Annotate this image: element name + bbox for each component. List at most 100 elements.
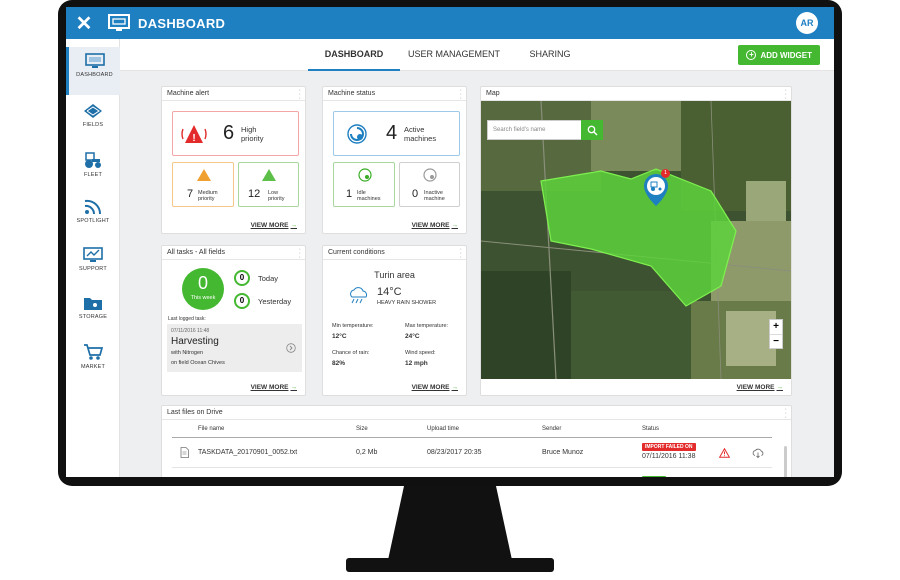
inactive-machine-icon [423, 168, 437, 182]
weather-description: HEAVY RAIN SHOWER [377, 300, 437, 306]
view-more-link[interactable]: VIEW MORE → [737, 384, 783, 391]
yesterday-count[interactable]: 0 [234, 293, 250, 309]
search-icon [587, 125, 597, 135]
more-options-icon[interactable]: · · · [299, 87, 301, 102]
medium-priority-count: 7 [187, 188, 194, 200]
idle-machine-icon [358, 168, 372, 182]
files-table-header: File name Size Upload time Sender Status [172, 422, 772, 438]
low-priority-box[interactable]: 12 Low priority [238, 162, 299, 207]
monitor-mockup: ✕ DASHBOARD AR DASHBOARD FIELDS FLEET SP… [0, 0, 900, 580]
idle-machines-label: Idle machines [357, 190, 381, 202]
tractor-map-marker[interactable]: 1 [641, 169, 671, 208]
widget-title: Machine alert [167, 90, 210, 97]
machine-status-widget: Machine status · · · 4 Active machines 1 Idl… [322, 86, 467, 234]
warning-icon[interactable] [719, 448, 730, 458]
idle-machines-box[interactable]: 1 Idle machines [333, 162, 395, 207]
map-search-input[interactable]: Search field's name [487, 120, 583, 140]
sidebar-item-label: DASHBOARD [76, 72, 113, 78]
file-sender: Bruce Munoz [542, 449, 584, 456]
map-search-button[interactable] [581, 120, 603, 140]
zoom-out-button[interactable]: − [770, 335, 782, 349]
high-priority-count: 6 [223, 122, 235, 144]
view-more-link[interactable]: VIEW MORE → [251, 222, 297, 229]
column-header: Upload time [427, 426, 460, 432]
last-logged-label: Last logged task: [168, 316, 206, 322]
inactive-machines-count: 0 [412, 188, 419, 200]
more-options-icon[interactable]: · · · [460, 246, 462, 261]
this-week-circle[interactable]: 0 This week [182, 268, 224, 310]
last-task-date: 07/11/2016 11:48 [171, 328, 210, 334]
current-conditions-widget: Current conditions · · · Turin area 14°C HE… [322, 245, 467, 396]
yesterday-label: Yesterday [258, 297, 292, 306]
plus-icon: + [746, 50, 757, 60]
table-row[interactable]: TASKDATA_20170901_0052.txt 0,2 Mb 08/23/… [172, 438, 772, 468]
avatar[interactable]: AR [796, 12, 818, 34]
rain-chance-value: 82% [332, 360, 346, 367]
widget-title: Current conditions [328, 249, 385, 256]
sidebar-item-label: FLEET [83, 172, 103, 178]
active-machines-label: Active machines [404, 125, 437, 143]
last-task-card[interactable]: 07/11/2016 11:48 Harvesting with Nitroge… [167, 324, 302, 372]
tab-user-management[interactable]: USER MANAGEMENT [404, 39, 504, 71]
rain-cloud-icon [350, 287, 368, 304]
low-priority-label: Low priority [268, 190, 285, 202]
sidebar-item-storage[interactable]: STORAGE [66, 289, 120, 337]
cart-icon [84, 344, 103, 360]
sidebar-item-spotlight[interactable]: SPOTLIGHT [66, 193, 120, 241]
view-more-link[interactable]: VIEW MORE → [251, 384, 297, 391]
rain-chance-label: Chance of rain: [332, 350, 370, 356]
machine-alert-widget: Machine alert · · · ! 6 High priority 7 Medi… [161, 86, 306, 234]
view-more-link[interactable]: VIEW MORE → [412, 384, 458, 391]
sidebar-item-dashboard[interactable]: DASHBOARD [66, 47, 120, 95]
widget-title: Map [486, 90, 500, 97]
location-name: Turin area [374, 270, 415, 280]
more-options-icon[interactable]: · · · [785, 87, 787, 102]
more-options-icon[interactable]: · · · [460, 87, 462, 102]
min-temp-value: 12°C [332, 333, 347, 340]
file-icon [180, 447, 189, 458]
today-label: Today [258, 274, 279, 283]
min-temp-label: Min temperature: [332, 323, 374, 329]
close-icon[interactable]: ✕ [66, 11, 102, 36]
sidebar-item-fields[interactable]: FIELDS [66, 97, 120, 145]
active-machines-box[interactable]: 4 Active machines [333, 111, 460, 156]
top-bar: ✕ DASHBOARD AR [66, 7, 834, 39]
chevron-right-icon [286, 343, 296, 353]
app-title: DASHBOARD [138, 15, 226, 31]
tab-dashboard[interactable]: DASHBOARD [308, 39, 400, 71]
today-count[interactable]: 0 [234, 270, 250, 286]
sidebar-item-label: MARKET [80, 364, 106, 370]
zoom-in-button[interactable]: + [770, 320, 782, 335]
view-more-link[interactable]: VIEW MORE → [412, 222, 458, 229]
low-priority-count: 12 [248, 188, 261, 200]
tab-sharing[interactable]: SHARING [520, 39, 580, 71]
high-priority-box[interactable]: ! 6 High priority [172, 111, 299, 156]
medium-priority-box[interactable]: 7 Medium priority [172, 162, 234, 207]
inactive-machines-box[interactable]: 0 Inactive machine [399, 162, 460, 207]
storage-icon [84, 298, 102, 310]
high-priority-label: High priority [241, 125, 264, 143]
sidebar-item-market[interactable]: MARKET [66, 337, 120, 385]
active-machines-count: 4 [386, 122, 398, 144]
more-options-icon[interactable]: · · · [785, 406, 787, 421]
dashboard-icon [84, 53, 105, 68]
add-widget-button[interactable]: + ADD WIDGET [738, 45, 820, 65]
fields-icon [84, 104, 102, 118]
scrollbar[interactable] [784, 446, 787, 477]
sidebar-item-fleet[interactable]: FLEET [66, 145, 120, 193]
file-size: 0,2 Mb [356, 449, 378, 456]
tractor-icon [85, 152, 101, 168]
dashboard-app-icon [108, 14, 130, 31]
inactive-machines-label: Inactive machine [424, 190, 445, 202]
cloud-download-icon[interactable] [752, 448, 764, 458]
more-options-icon[interactable]: · · · [299, 246, 301, 261]
sidebar-item-label: SPOTLIGHT [76, 218, 110, 224]
add-widget-label: ADD WIDGET [760, 50, 812, 60]
tab-bar: DASHBOARD USER MANAGEMENT SHARING + ADD … [120, 39, 834, 71]
satellite-map[interactable] [481, 101, 791, 379]
sidebar-item-support[interactable]: SUPPORT [66, 241, 120, 289]
app-screen: ✕ DASHBOARD AR DASHBOARD FIELDS FLEET SP… [66, 7, 834, 477]
wind-speed-label: Wind speed: [405, 350, 436, 356]
medium-priority-label: Medium priority [198, 190, 218, 202]
alert-triangle-icon: ! [181, 125, 207, 144]
